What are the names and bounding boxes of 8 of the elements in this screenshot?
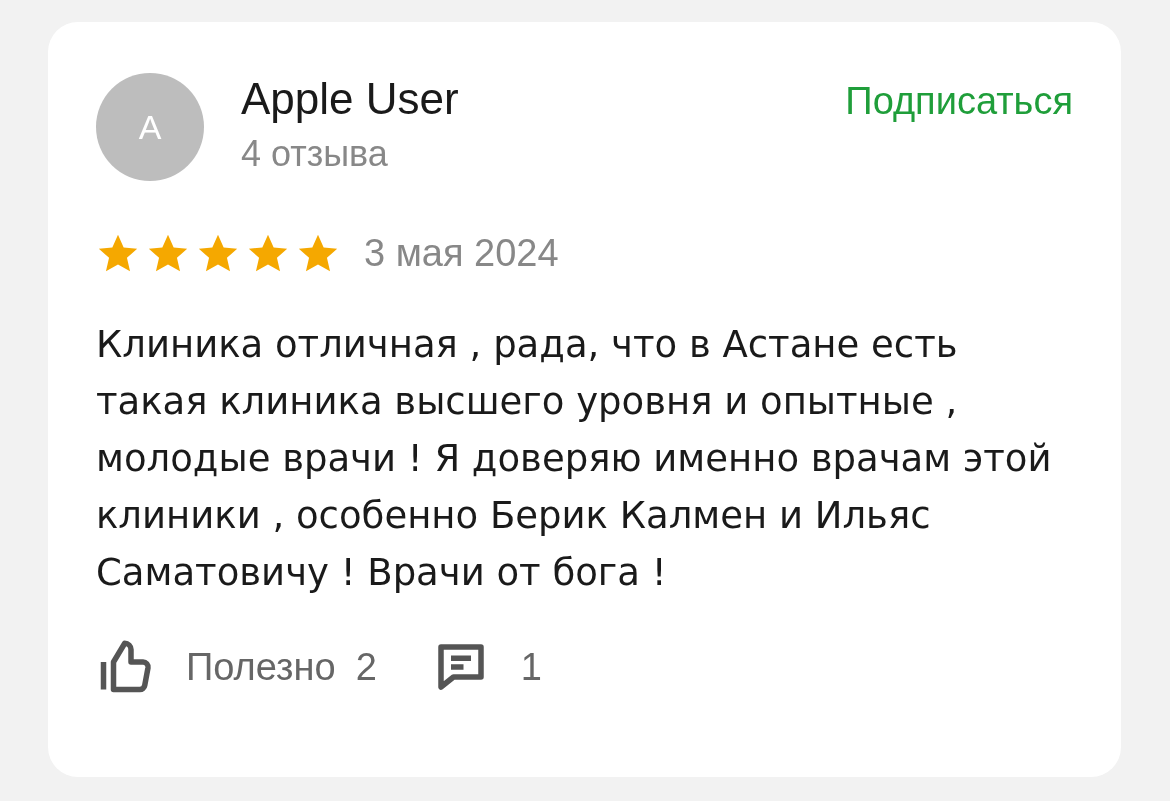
review-text: Клиника отличная , рада, что в Астане есть такая клиника высшего уровня и опытные , молодые врачи ! Я доверяю именно врачам этой клиники , особенно Берик Калмен и Ильяс Саматовичу ! Врачи от бога !: [96, 322, 1053, 596]
avatar: A: [96, 73, 204, 181]
review-count: 4 отзыва: [241, 132, 389, 176]
author-name[interactable]: Apple User: [241, 73, 459, 125]
comments-button[interactable]: 1: [430, 637, 542, 697]
subscribe-link[interactable]: Подписаться: [845, 75, 1073, 127]
helpful-button[interactable]: Полезно 2: [96, 637, 377, 697]
review-date: 3 мая 2024: [364, 231, 559, 276]
